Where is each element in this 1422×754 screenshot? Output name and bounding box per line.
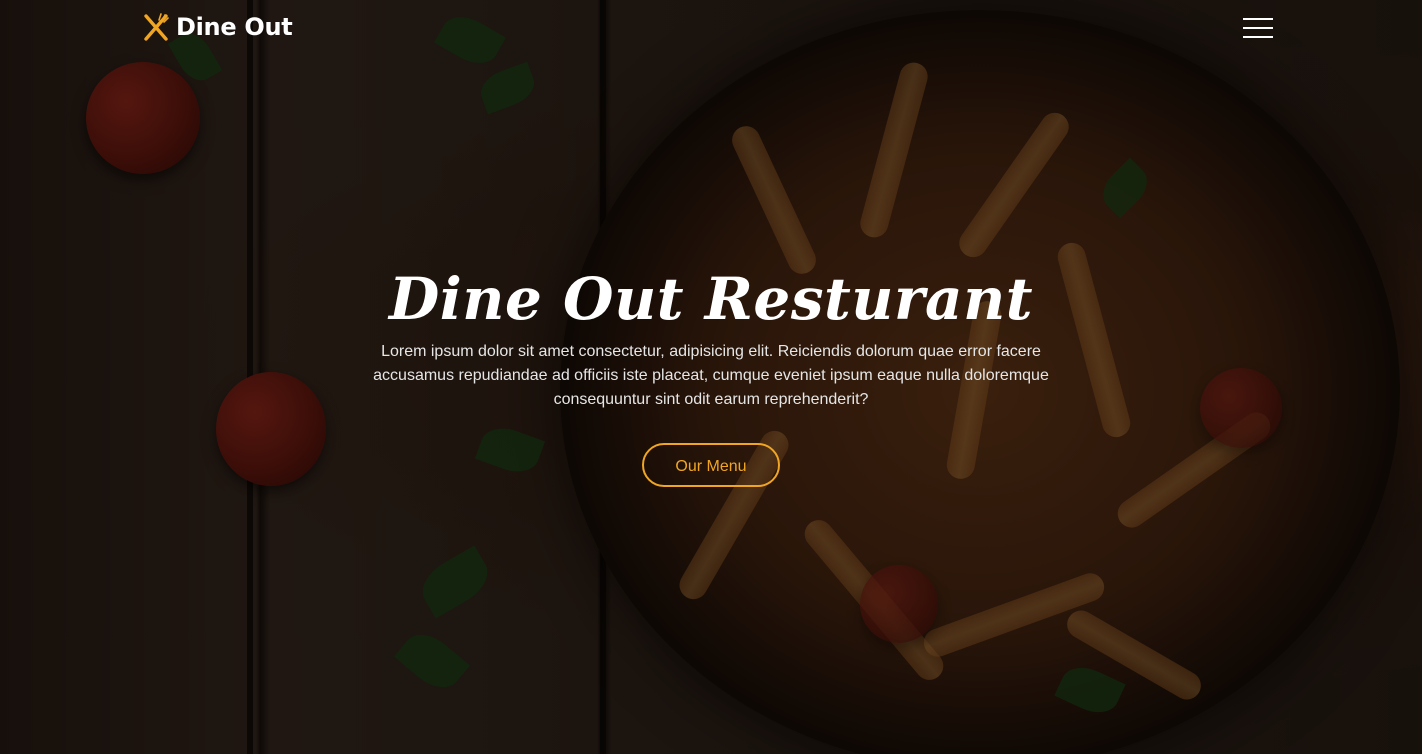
brand-name: Dine Out [176, 13, 293, 41]
hamburger-menu-icon[interactable] [1243, 17, 1275, 39]
navbar: Dine Out [0, 0, 1422, 56]
brand-logo-link[interactable]: Dine Out [142, 12, 293, 42]
our-menu-button[interactable]: Our Menu [642, 443, 780, 487]
hero-section: Dine Out Dine Out Resturant Lorem ipsum … [0, 0, 1422, 754]
hero-title: Dine Out Resturant [388, 265, 1034, 333]
hero-description: Lorem ipsum dolor sit amet consectetur, … [373, 343, 1049, 408]
fork-knife-icon [142, 12, 170, 42]
hero-content: Dine Out Resturant Lorem ipsum dolor sit… [0, 258, 1422, 487]
